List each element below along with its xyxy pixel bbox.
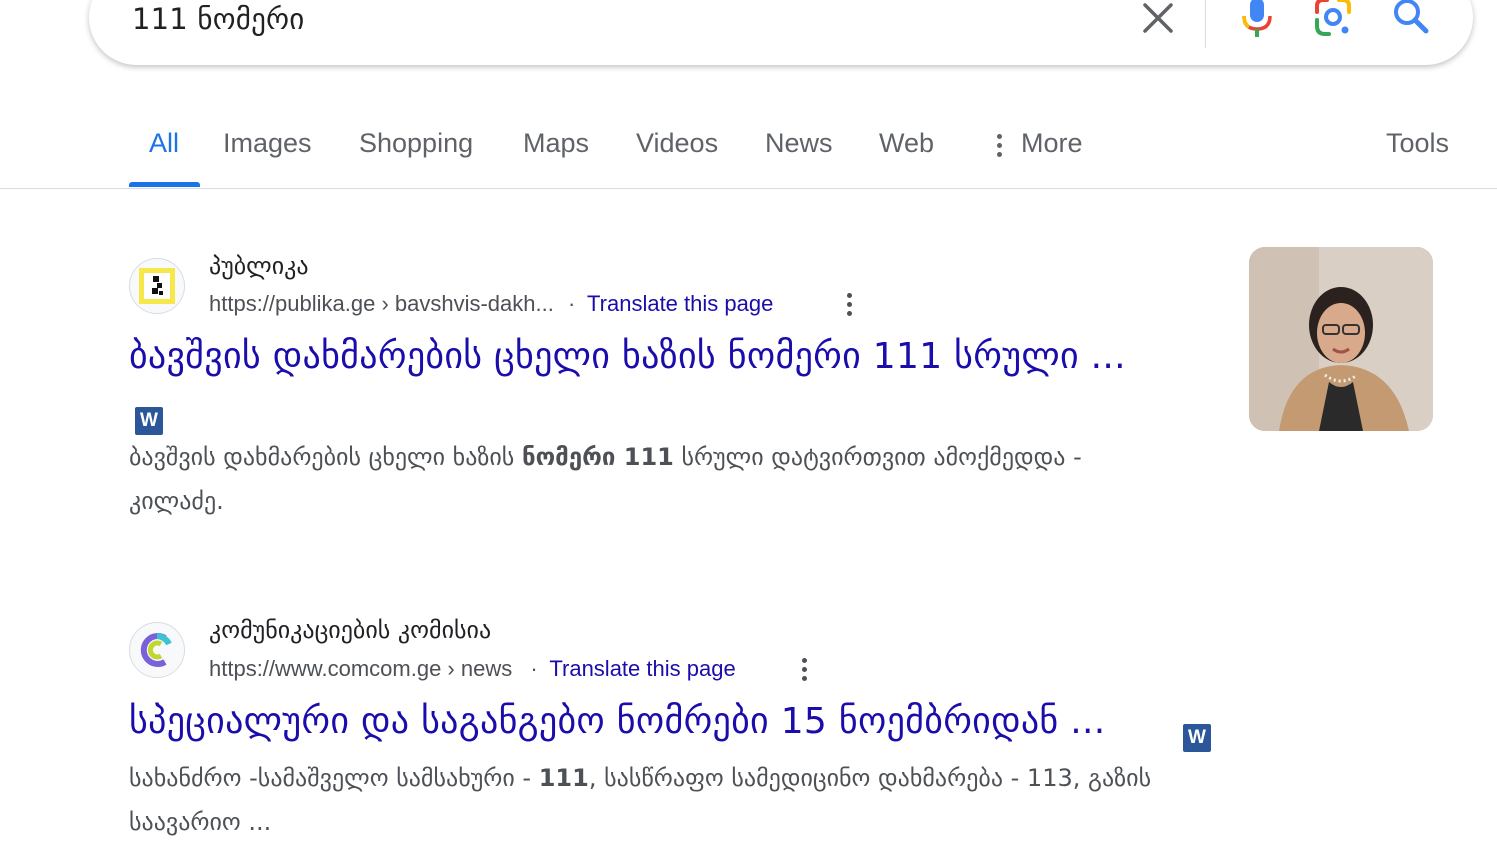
- google-lens-icon[interactable]: [1313, 0, 1353, 40]
- snippet-text: სახანძრო -სამაშველო სამსახური -: [129, 764, 539, 792]
- word-doc-icon: W: [1183, 724, 1211, 752]
- word-doc-icon: W: [135, 407, 163, 435]
- tab-more[interactable]: More: [1021, 128, 1083, 159]
- tab-maps[interactable]: Maps: [523, 128, 589, 159]
- result-url: https://publika.ge › bavshvis-dakh... · …: [209, 291, 773, 317]
- search-tabs: All Images Shopping Maps Videos News Web…: [0, 110, 1497, 189]
- result-snippet: სახანძრო -სამაშველო სამსახური - 111, სას…: [129, 756, 1289, 844]
- translate-link[interactable]: Translate this page: [549, 656, 735, 681]
- search-box[interactable]: 111 ნომერი: [89, 0, 1473, 65]
- snippet-highlight: 111: [538, 764, 589, 792]
- tab-videos[interactable]: Videos: [636, 128, 718, 159]
- snippet-text: , სასწრაფო სამედიცინო დახმარება - 113, გ…: [588, 764, 1152, 792]
- result-thumbnail[interactable]: [1249, 247, 1433, 431]
- result-snippet: ბავშვის დახმარების ცხელი ხაზის ნომერი 11…: [129, 435, 1289, 523]
- result-url-text[interactable]: https://www.comcom.ge › news: [209, 656, 512, 681]
- result-url: https://www.comcom.ge › news · Translate…: [209, 656, 736, 682]
- translate-link[interactable]: Translate this page: [587, 291, 773, 316]
- tab-web[interactable]: Web: [879, 128, 934, 159]
- result-menu-icon[interactable]: [802, 658, 808, 684]
- microphone-icon[interactable]: [1237, 0, 1277, 40]
- result-title-link[interactable]: სპეციალური და საგანგებო ნომრები 15 ნოემბ…: [129, 701, 1106, 742]
- tools-button[interactable]: Tools: [1386, 128, 1449, 159]
- search-divider: [1205, 0, 1206, 48]
- result-site-name: კომუნიკაციების კომისია: [209, 616, 492, 644]
- url-separator: ·: [530, 656, 538, 681]
- result-title-link[interactable]: ბავშვის დახმარების ცხელი ხაზის ნომერი 11…: [129, 336, 1126, 377]
- close-icon[interactable]: [1138, 0, 1178, 40]
- active-tab-indicator: [129, 182, 200, 187]
- tab-all[interactable]: All: [149, 128, 179, 159]
- tab-news[interactable]: News: [765, 128, 833, 159]
- snippet-text: საავარიო ...: [129, 808, 272, 836]
- tab-images[interactable]: Images: [223, 128, 312, 159]
- search-icon[interactable]: [1391, 0, 1431, 40]
- snippet-text: სრული დატვირთვით ამოქმედდა -: [673, 443, 1082, 471]
- more-vert-icon[interactable]: [997, 134, 1003, 158]
- result-menu-icon[interactable]: [847, 293, 853, 319]
- publika-favicon: [129, 258, 185, 314]
- snippet-text: ბავშვის დახმარების ცხელი ხაზის: [129, 443, 522, 471]
- snippet-highlight: ნომერი 111: [521, 443, 674, 471]
- tab-shopping[interactable]: Shopping: [359, 128, 473, 159]
- result-url-text[interactable]: https://publika.ge › bavshvis-dakh...: [209, 291, 554, 316]
- url-separator: ·: [567, 291, 576, 316]
- snippet-text: კილაძე.: [129, 487, 224, 515]
- result-site-name: პუბლიკა: [209, 252, 309, 280]
- comcom-favicon: [129, 622, 185, 678]
- search-input[interactable]: 111 ნომერი: [132, 2, 305, 36]
